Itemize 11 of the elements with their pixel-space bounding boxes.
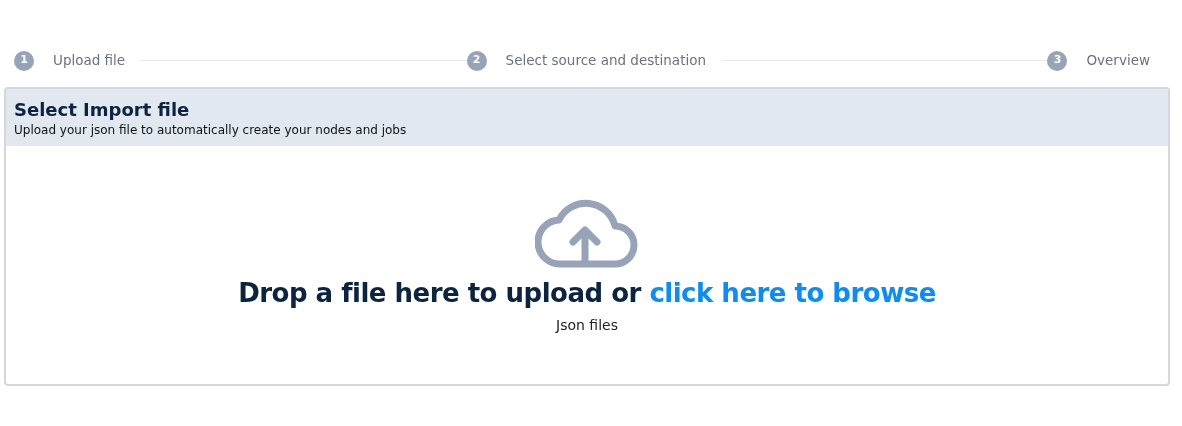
drop-instruction: Drop a file here to upload or click here to browse bbox=[237, 277, 937, 310]
card-title: Select Import file bbox=[14, 99, 191, 121]
step-label: Upload file bbox=[53, 51, 126, 71]
step-number: 1 bbox=[14, 50, 34, 71]
step-number: 3 bbox=[1047, 50, 1068, 71]
step-number: 2 bbox=[466, 50, 487, 71]
step-label: Select source and destination bbox=[505, 51, 706, 71]
browse-link[interactable]: click here to browse bbox=[649, 278, 936, 308]
file-type-hint: Json files bbox=[554, 316, 619, 335]
step-label: Overview bbox=[1086, 51, 1150, 71]
card-subtitle: Upload your json file to automatically create your nodes and jobs bbox=[14, 121, 408, 139]
